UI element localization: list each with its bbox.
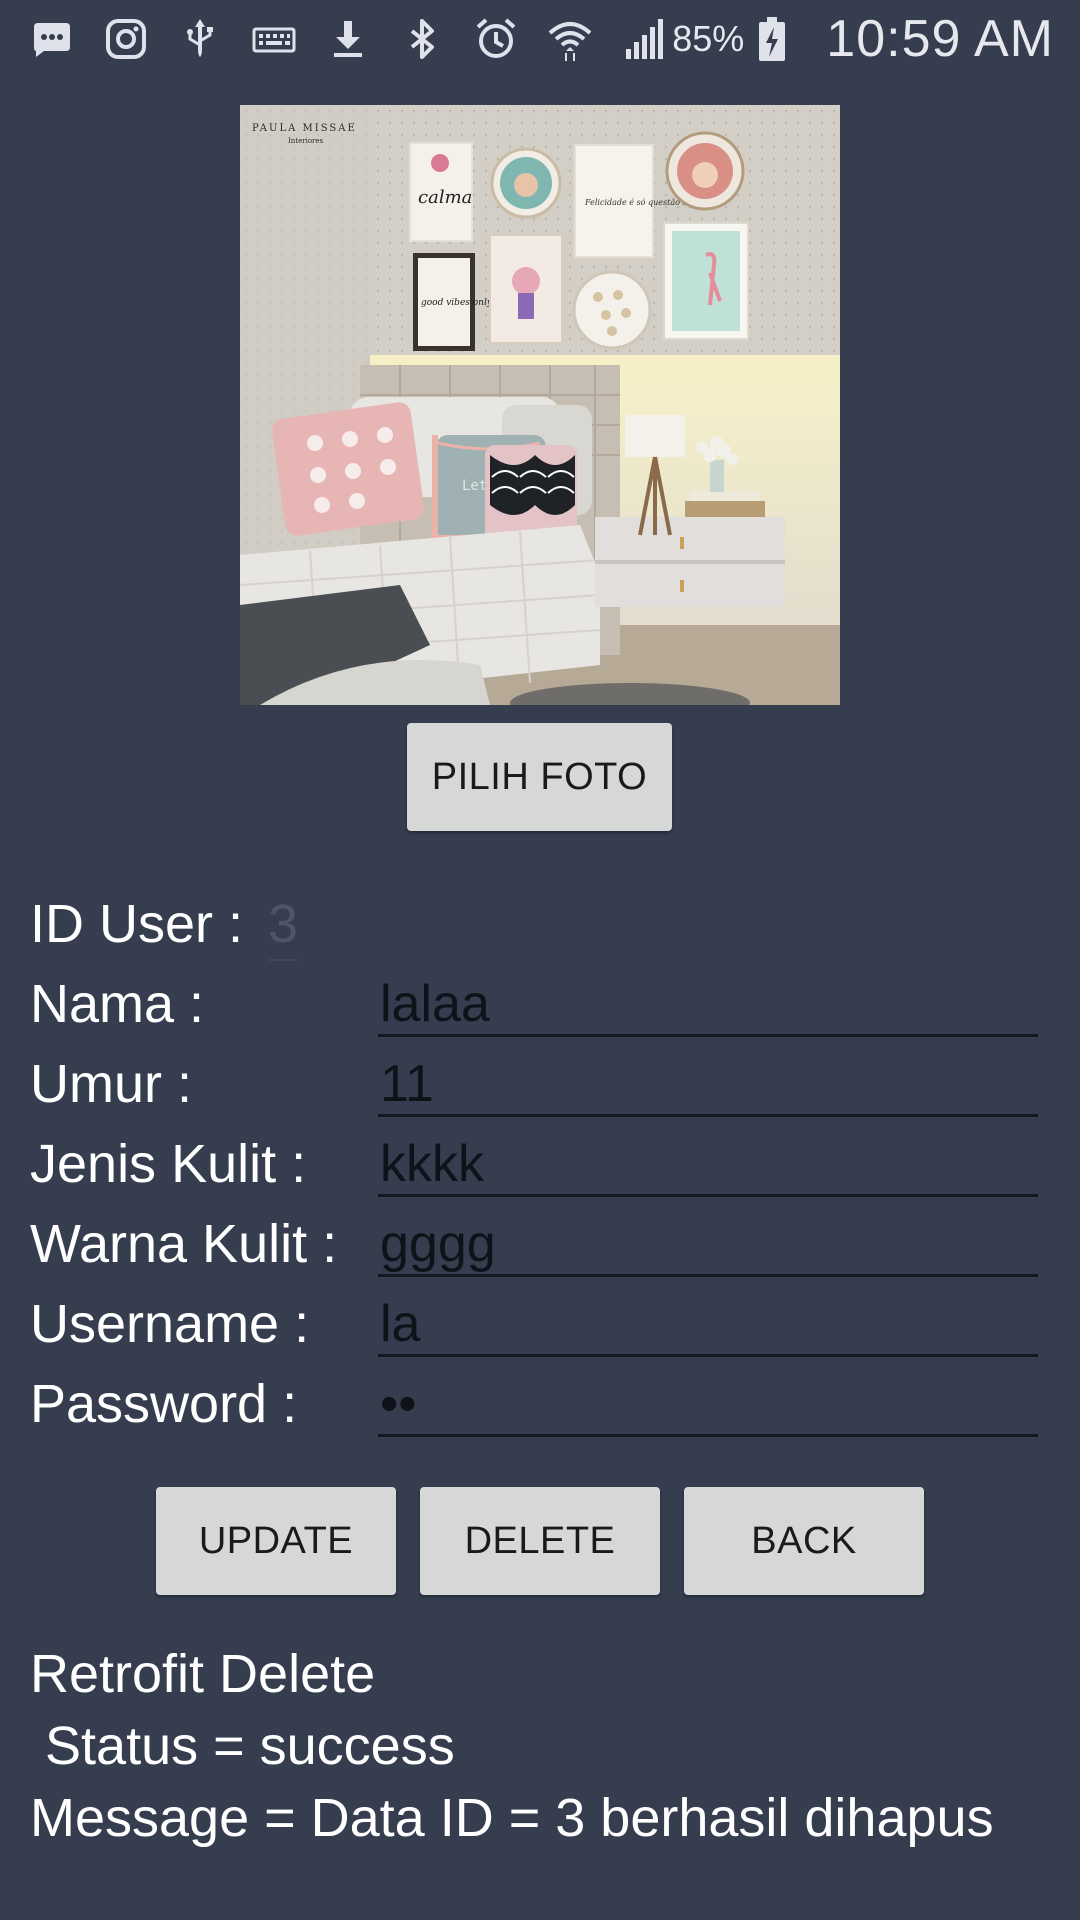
instagram-icon <box>100 15 152 63</box>
status-bar: 85% 10:59 AM <box>0 0 1080 78</box>
bedroom-photo-image: PAULA MISSAE Interiores calma Felicidade… <box>240 105 840 705</box>
nama-input[interactable] <box>378 973 1038 1037</box>
jenis-kulit-input[interactable] <box>378 1133 1038 1197</box>
frame-text-good-vibes: good vibes only <box>421 298 493 308</box>
usb-icon <box>174 15 226 63</box>
keyboard-icon <box>248 15 300 63</box>
notification-icons <box>26 15 672 63</box>
back-button[interactable]: BACK <box>684 1487 924 1595</box>
id-user-value: 3 <box>268 893 299 961</box>
nama-label: Nama : <box>30 974 205 1034</box>
result-message: Retrofit Delete Status = success Message… <box>30 1644 994 1848</box>
clock: 10:59 AM <box>826 10 1054 68</box>
warna-kulit-input[interactable] <box>378 1213 1038 1277</box>
watermark-text: PAULA MISSAE <box>252 123 357 134</box>
umur-label: Umur : <box>30 1054 192 1114</box>
pick-photo-button[interactable]: PILIH FOTO <box>407 723 672 831</box>
frame-text-calma: calma <box>418 187 472 208</box>
wifi-icon <box>544 15 596 63</box>
password-input[interactable] <box>378 1373 1038 1437</box>
bluetooth-icon <box>396 15 448 63</box>
signal-icon <box>618 15 670 63</box>
battery-percent: 85% <box>672 18 745 59</box>
watermark-subtext: Interiores <box>288 137 324 145</box>
update-button[interactable]: UPDATE <box>156 1487 396 1595</box>
umur-input[interactable] <box>378 1053 1038 1117</box>
messenger-icon <box>26 15 78 63</box>
profile-photo: PAULA MISSAE Interiores calma Felicidade… <box>240 105 840 705</box>
warna-kulit-label: Warna Kulit : <box>30 1214 338 1274</box>
username-label: Username : <box>30 1294 310 1354</box>
password-label: Password : <box>30 1374 298 1434</box>
battery-icon <box>756 15 788 63</box>
status-right: 85% 10:59 AM <box>672 9 1054 69</box>
alarm-icon <box>470 15 522 63</box>
jenis-kulit-label: Jenis Kulit : <box>30 1134 307 1194</box>
id-user-label: ID User : <box>30 894 244 954</box>
username-input[interactable] <box>378 1293 1038 1357</box>
download-icon <box>322 15 374 63</box>
delete-button[interactable]: DELETE <box>420 1487 660 1595</box>
